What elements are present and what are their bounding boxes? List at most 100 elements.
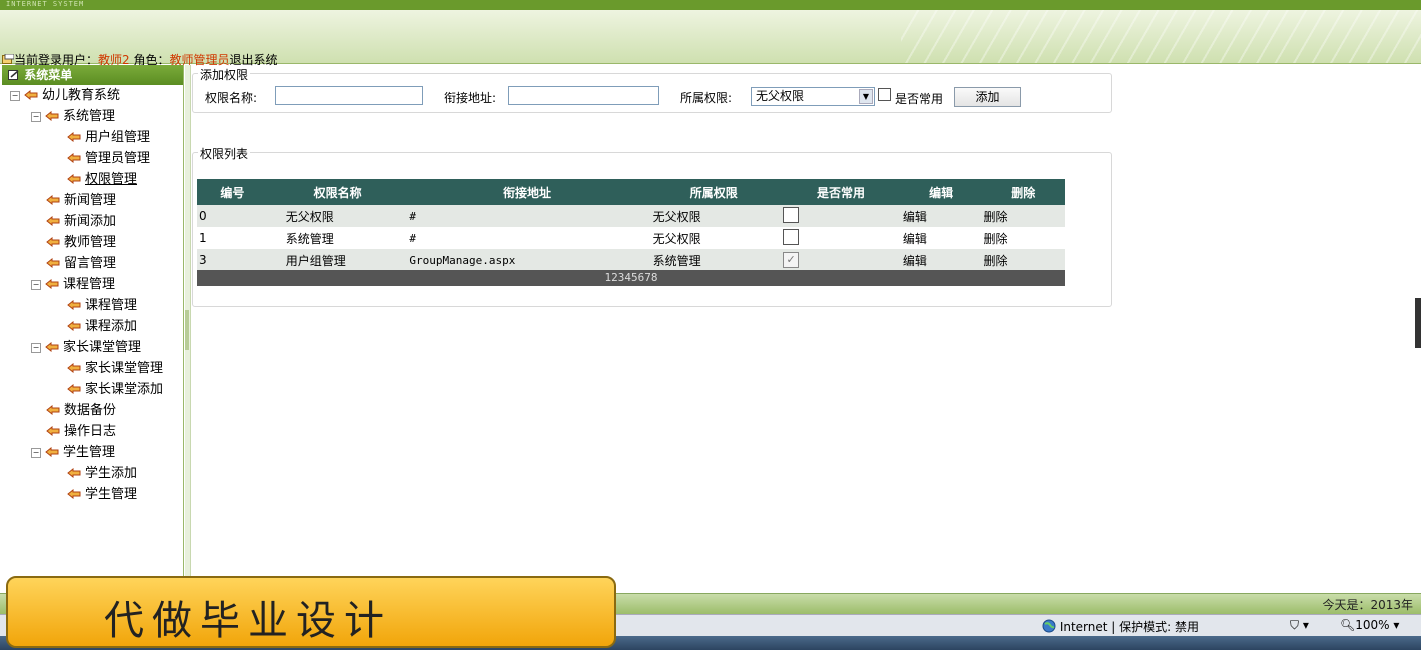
delete-link[interactable]: 删除 (981, 227, 1065, 249)
cell-parent: 系统管理 (646, 249, 782, 271)
url-label: 衔接地址: (444, 91, 497, 105)
permission-table: 编号 权限名称 衔接地址 所属权限 是否常用 编辑 删除 0 无父权限 # 无父… (197, 179, 1065, 271)
delete-link[interactable]: 删除 (981, 249, 1065, 271)
tree-item-parent-class-add[interactable]: 家长课堂添加 (2, 379, 183, 400)
col-delete: 删除 (981, 179, 1065, 205)
tree-label: 课程管理 (63, 277, 116, 292)
common-checkbox-cell-checked[interactable]: ✓ (783, 252, 800, 268)
url-input[interactable] (508, 86, 659, 105)
menu-tree: − 幼儿教育系统 − 系统管理 用户组管理 管理员管理 权限管理 新闻管理 新闻添加… (2, 85, 183, 505)
tree-label: 课程添加 (85, 319, 138, 334)
today-date: 今天是：2013年 (1322, 598, 1413, 612)
cell-common (781, 227, 901, 249)
globe-icon (1042, 619, 1056, 633)
cell-name: 无父权限 (267, 205, 408, 227)
tree-root[interactable]: − 幼儿教育系统 (2, 85, 183, 106)
tree-item-message-manage[interactable]: 留言管理 (2, 253, 183, 274)
pager[interactable]: 12345678 (197, 270, 1065, 286)
node-icon (45, 279, 59, 289)
tree-item-admin-manage[interactable]: 管理员管理 (2, 148, 183, 169)
node-icon (46, 237, 60, 247)
collapse-icon[interactable]: − (31, 448, 41, 458)
sidebar-title: 系统菜单 (2, 65, 183, 85)
zoom-level: 100% (1355, 618, 1390, 632)
cell-parent: 无父权限 (646, 205, 782, 227)
tree-item-oplog[interactable]: 操作日志 (2, 421, 183, 442)
tree-item-course[interactable]: − 课程管理 (2, 274, 183, 295)
sidebar: 系统菜单 − 幼儿教育系统 − 系统管理 用户组管理 管理员管理 权限管理 新闻管理… (2, 65, 184, 595)
edit-link[interactable]: 编辑 (900, 227, 982, 249)
col-parent: 所属权限 (646, 179, 782, 205)
node-icon (46, 405, 60, 415)
tree-label: 权限管理 (85, 172, 138, 187)
tree-label: 家长课堂管理 (85, 361, 164, 376)
tree-item-student-manage[interactable]: 学生管理 (2, 484, 183, 505)
tree-label: 幼儿教育系统 (42, 88, 121, 103)
tree-item-news-add[interactable]: 新闻添加 (2, 211, 183, 232)
tree-label: 学生管理 (85, 487, 138, 502)
tree-label: 学生添加 (85, 466, 138, 481)
scrollbar-handle[interactable] (1415, 298, 1421, 348)
node-icon (67, 300, 81, 310)
tree-item-teacher-manage[interactable]: 教师管理 (2, 232, 183, 253)
col-name: 权限名称 (267, 179, 408, 205)
banner-text: 代做毕业设计 (104, 598, 392, 644)
edit-link[interactable]: 编辑 (900, 249, 982, 271)
common-checkbox-cell[interactable] (783, 206, 800, 223)
tree-item-group-manage[interactable]: 用户组管理 (2, 127, 183, 148)
watermark-banner: 代做毕业设计 (6, 576, 616, 648)
common-checkbox[interactable] (878, 88, 891, 101)
tree-item-permission-manage[interactable]: 权限管理 (2, 169, 183, 190)
zone-info[interactable]: Internet | 保护模式: 禁用 (1042, 618, 1199, 635)
tree-item-course-add[interactable]: 课程添加 (2, 316, 183, 337)
node-icon (46, 195, 60, 205)
node-icon (24, 90, 38, 100)
top-strip: INTERNET SYSTEM (0, 0, 1421, 10)
tree-item-news-manage[interactable]: 新闻管理 (2, 190, 183, 211)
node-icon (67, 153, 81, 163)
zone-text: Internet | 保护模式: 禁用 (1059, 620, 1200, 634)
parent-permission-value: 无父权限 (756, 89, 805, 103)
shield-icon: ⛉ (1290, 618, 1300, 632)
menu-edit-icon (8, 70, 19, 80)
tree-item-parent-class[interactable]: − 家长课堂管理 (2, 337, 183, 358)
security-dropdown[interactable]: ⛉ ▾ (1290, 618, 1309, 633)
col-edit: 编辑 (900, 179, 982, 205)
collapse-icon[interactable]: − (31, 343, 41, 353)
node-icon (67, 174, 81, 184)
header-banner: 当前登录用户：教师2 角色：教师管理员退出系统 (0, 10, 1421, 67)
node-icon (45, 111, 59, 121)
tree-label: 留言管理 (64, 256, 117, 271)
tree-label: 教师管理 (64, 235, 117, 250)
table-row: 1 系统管理 # 无父权限 编辑 删除 (197, 227, 1065, 249)
add-button[interactable]: 添加 (954, 87, 1021, 107)
parent-permission-label: 所属权限: (680, 91, 733, 105)
table-row: 0 无父权限 # 无父权限 编辑 删除 (197, 205, 1065, 227)
add-permission-legend: 添加权限 (198, 66, 251, 83)
tree-item-system[interactable]: − 系统管理 (2, 106, 183, 127)
tree-item-student[interactable]: − 学生管理 (2, 442, 183, 463)
sidebar-splitter[interactable] (185, 65, 191, 595)
zoom-control[interactable]: 🔍︎100% ▾ (1340, 618, 1399, 632)
tree-item-student-add[interactable]: 学生添加 (2, 463, 183, 484)
edit-link[interactable]: 编辑 (900, 205, 982, 227)
common-checkbox-cell[interactable] (783, 228, 800, 245)
tree-item-course-manage[interactable]: 课程管理 (2, 295, 183, 316)
header-decoration (901, 10, 1421, 63)
splitter-grip[interactable] (185, 310, 189, 350)
cell-url: GroupManage.aspx (407, 249, 647, 271)
collapse-icon[interactable]: − (31, 280, 41, 290)
permission-name-input[interactable] (275, 86, 423, 105)
tree-label: 新闻添加 (64, 214, 117, 229)
chevron-down-icon: ▾ (1393, 618, 1400, 632)
tree-item-backup[interactable]: 数据备份 (2, 400, 183, 421)
tree-item-parent-class-manage[interactable]: 家长课堂管理 (2, 358, 183, 379)
sidebar-title-text: 系统菜单 (24, 68, 73, 82)
collapse-icon[interactable]: − (10, 91, 20, 101)
collapse-icon[interactable]: − (31, 112, 41, 122)
delete-link[interactable]: 删除 (981, 205, 1065, 227)
col-common: 是否常用 (781, 179, 901, 205)
logout-link[interactable]: 退出系统 (230, 53, 278, 67)
parent-permission-select[interactable]: 无父权限 ▼ (751, 87, 875, 106)
dropdown-arrow-icon[interactable]: ▼ (859, 89, 873, 104)
